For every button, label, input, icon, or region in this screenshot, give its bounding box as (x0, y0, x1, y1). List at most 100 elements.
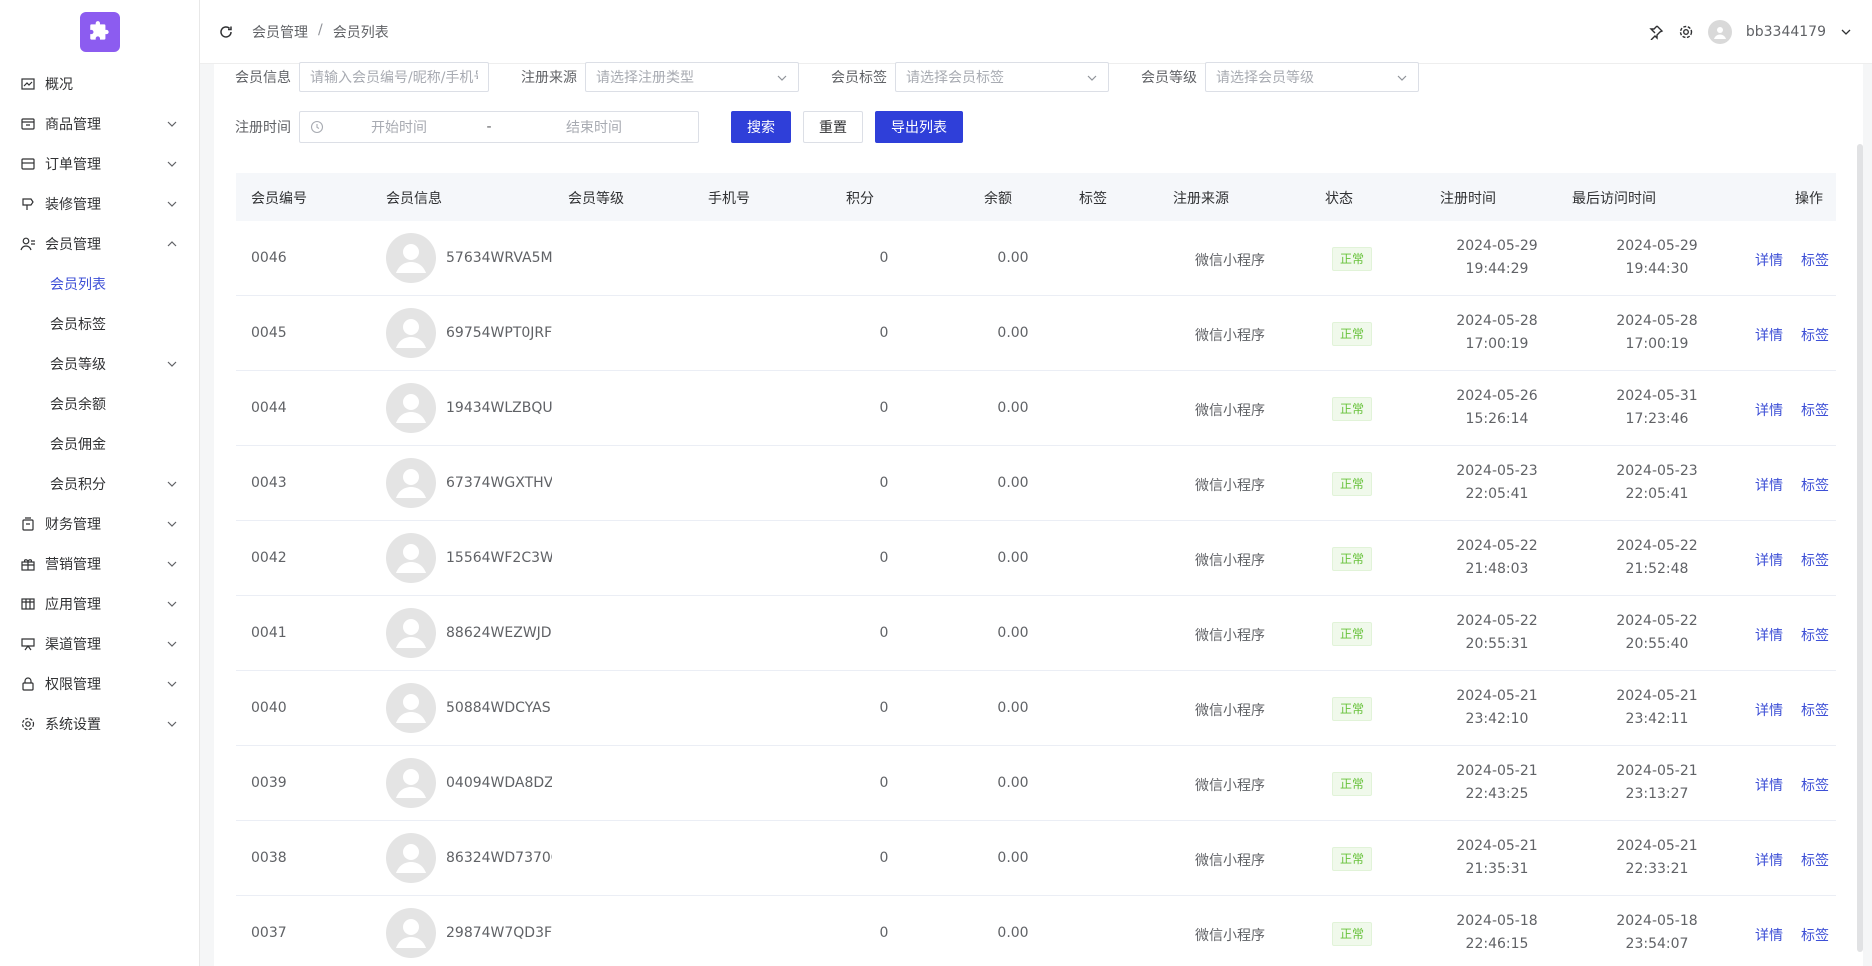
gear-icon (21, 717, 35, 731)
gift-icon (21, 559, 35, 571)
detail-link[interactable]: 详情 (1755, 700, 1783, 720)
detail-link[interactable]: 详情 (1755, 625, 1783, 645)
sidebar-item[interactable]: 订单管理 (0, 144, 200, 184)
column-header: 最后访问时间 (1572, 191, 1656, 207)
level-select[interactable]: 请选择会员等级 (1205, 62, 1419, 92)
sidebar-item[interactable]: 权限管理 (0, 664, 200, 704)
tag-link[interactable]: 标签 (1801, 700, 1829, 720)
sidebar-subitem[interactable]: 会员标签 (0, 304, 200, 344)
table-row[interactable]: 0046 57634WRVA5M4 0 0.00 微信小程序 正常 2024-0… (236, 221, 1836, 296)
vertical-scrollbar[interactable] (1857, 144, 1863, 952)
level-placeholder: 请选择会员等级 (1216, 70, 1314, 86)
user-avatar[interactable] (1707, 20, 1732, 44)
member-id: 0043 (251, 475, 287, 491)
sidebar-item[interactable]: 系统设置 (0, 704, 200, 744)
pin-icon[interactable] (1648, 24, 1664, 40)
tag-link[interactable]: 标签 (1801, 925, 1829, 945)
register-time: 2024-05-18 22:46:15 (1456, 910, 1537, 956)
sidebar-item[interactable]: 营销管理 (0, 544, 200, 584)
detail-link[interactable]: 详情 (1755, 925, 1783, 945)
register-date: 2024-05-21 (1456, 688, 1538, 704)
breadcrumb-separator: / (318, 22, 323, 38)
sidebar-item[interactable]: 装修管理 (0, 184, 200, 224)
breadcrumb-current: 会员列表 (332, 25, 389, 41)
user-icon (396, 469, 426, 498)
table-row[interactable]: 0042 15564WF2C3W5 0 0.00 微信小程序 正常 2024-0… (236, 521, 1836, 596)
sidebar-item[interactable]: 渠道管理 (0, 624, 200, 664)
status-badge: 正常 (1332, 322, 1373, 346)
last-visit-date: 2024-05-21 (1616, 838, 1698, 854)
table-row[interactable]: 0038 86324WD7370G 0 0.00 微信小程序 正常 2024-0… (236, 821, 1836, 896)
tag-link[interactable]: 标签 (1801, 775, 1829, 795)
member-icon (20, 237, 35, 251)
sidebar-item[interactable]: 概况 (0, 64, 200, 104)
table-row[interactable]: 0037 29874W7QD3FF 0 0.00 微信小程序 正常 2024-0… (236, 896, 1836, 966)
last-visit-time: 2024-05-28 17:00:19 (1616, 310, 1697, 356)
end-time-input[interactable]: 结束时间 (504, 117, 684, 137)
detail-link[interactable]: 详情 (1755, 550, 1783, 570)
detail-link[interactable]: 详情 (1755, 250, 1783, 270)
column-header: 状态 (1325, 191, 1353, 207)
puzzle-icon (90, 21, 109, 40)
breadcrumb-item[interactable]: 会员管理 (252, 22, 308, 42)
sidebar-subitem[interactable]: 会员佣金 (0, 424, 200, 464)
member-avatar (386, 908, 436, 958)
member-info-input[interactable]: 请输入会员编号/昵称/手机号 (299, 62, 489, 92)
username[interactable]: bb3344179 (1746, 24, 1826, 40)
date-range-picker[interactable]: 开始时间 - 结束时间 (299, 111, 699, 143)
detail-link[interactable]: 详情 (1755, 400, 1783, 420)
sidebar-subitem[interactable]: 会员列表 (0, 264, 200, 304)
table-row[interactable]: 0044 19434WLZBQUY 0 0.00 微信小程序 正常 2024-0… (236, 371, 1836, 446)
detail-link[interactable]: 详情 (1755, 850, 1783, 870)
gear-icon[interactable] (1678, 24, 1694, 40)
tag-select[interactable]: 请选择会员标签 (895, 62, 1109, 92)
register-time: 2024-05-29 19:44:29 (1456, 235, 1537, 281)
refresh-icon[interactable] (218, 24, 234, 40)
register-clock: 22:46:15 (1465, 936, 1529, 952)
tag-link[interactable]: 标签 (1801, 850, 1829, 870)
tag-link[interactable]: 标签 (1801, 475, 1829, 495)
table-row[interactable]: 0041 88624WEZWJDH 0 0.00 微信小程序 正常 2024-0… (236, 596, 1836, 671)
last-visit-date: 2024-05-21 (1616, 688, 1698, 704)
table-row[interactable]: 0039 04094WDA8DZ3 0 0.00 微信小程序 正常 2024-0… (236, 746, 1836, 821)
sidebar-item[interactable]: 财务管理 (0, 504, 200, 544)
sidebar-subitem[interactable]: 会员余额 (0, 384, 200, 424)
detail-link[interactable]: 详情 (1755, 775, 1783, 795)
sidebar-item-label: 会员管理 (45, 237, 101, 253)
chevron-down-icon (167, 601, 177, 607)
sidebar-item-label: 概况 (45, 77, 73, 93)
chevron-down-icon[interactable] (1840, 26, 1852, 38)
register-time: 2024-05-21 22:43:25 (1456, 760, 1537, 806)
search-button[interactable]: 搜索 (731, 111, 791, 143)
detail-link[interactable]: 详情 (1755, 475, 1783, 495)
user-icon (396, 694, 426, 723)
tag-link[interactable]: 标签 (1801, 250, 1829, 270)
source-select[interactable]: 请选择注册类型 (585, 62, 799, 92)
sidebar-subitem[interactable]: 会员等级 (0, 344, 200, 384)
reset-button[interactable]: 重置 (803, 111, 863, 143)
tag-link[interactable]: 标签 (1801, 550, 1829, 570)
column-header: 积分 (846, 191, 874, 207)
decor-icon (22, 198, 34, 210)
last-visit-date: 2024-05-29 (1616, 238, 1698, 254)
sidebar-subitem[interactable]: 会员积分 (0, 464, 200, 504)
table-row[interactable]: 0043 67374WGXTHVF 0 0.00 微信小程序 正常 2024-0… (236, 446, 1836, 521)
app-logo[interactable] (80, 12, 120, 52)
status-badge: 正常 (1332, 847, 1373, 871)
sidebar-item[interactable]: 会员管理 (0, 224, 200, 264)
last-visit-time: 2024-05-31 17:23:46 (1616, 385, 1697, 431)
sidebar-item[interactable]: 商品管理 (0, 104, 200, 144)
detail-link[interactable]: 详情 (1755, 325, 1783, 345)
export-button[interactable]: 导出列表 (875, 111, 963, 143)
status-badge: 正常 (1332, 247, 1373, 271)
table-row[interactable]: 0045 69754WPT0JRF 0 0.00 微信小程序 正常 2024-0… (236, 296, 1836, 371)
sidebar-subitem-label: 会员积分 (50, 477, 106, 493)
sidebar-item[interactable]: 应用管理 (0, 584, 200, 624)
register-date: 2024-05-18 (1456, 913, 1538, 929)
tag-link[interactable]: 标签 (1801, 625, 1829, 645)
register-time: 2024-05-26 15:26:14 (1456, 385, 1537, 431)
start-time-input[interactable]: 开始时间 (324, 117, 474, 137)
tag-link[interactable]: 标签 (1801, 400, 1829, 420)
table-row[interactable]: 0040 50884WDCYASL 0 0.00 微信小程序 正常 2024-0… (236, 671, 1836, 746)
tag-link[interactable]: 标签 (1801, 325, 1829, 345)
